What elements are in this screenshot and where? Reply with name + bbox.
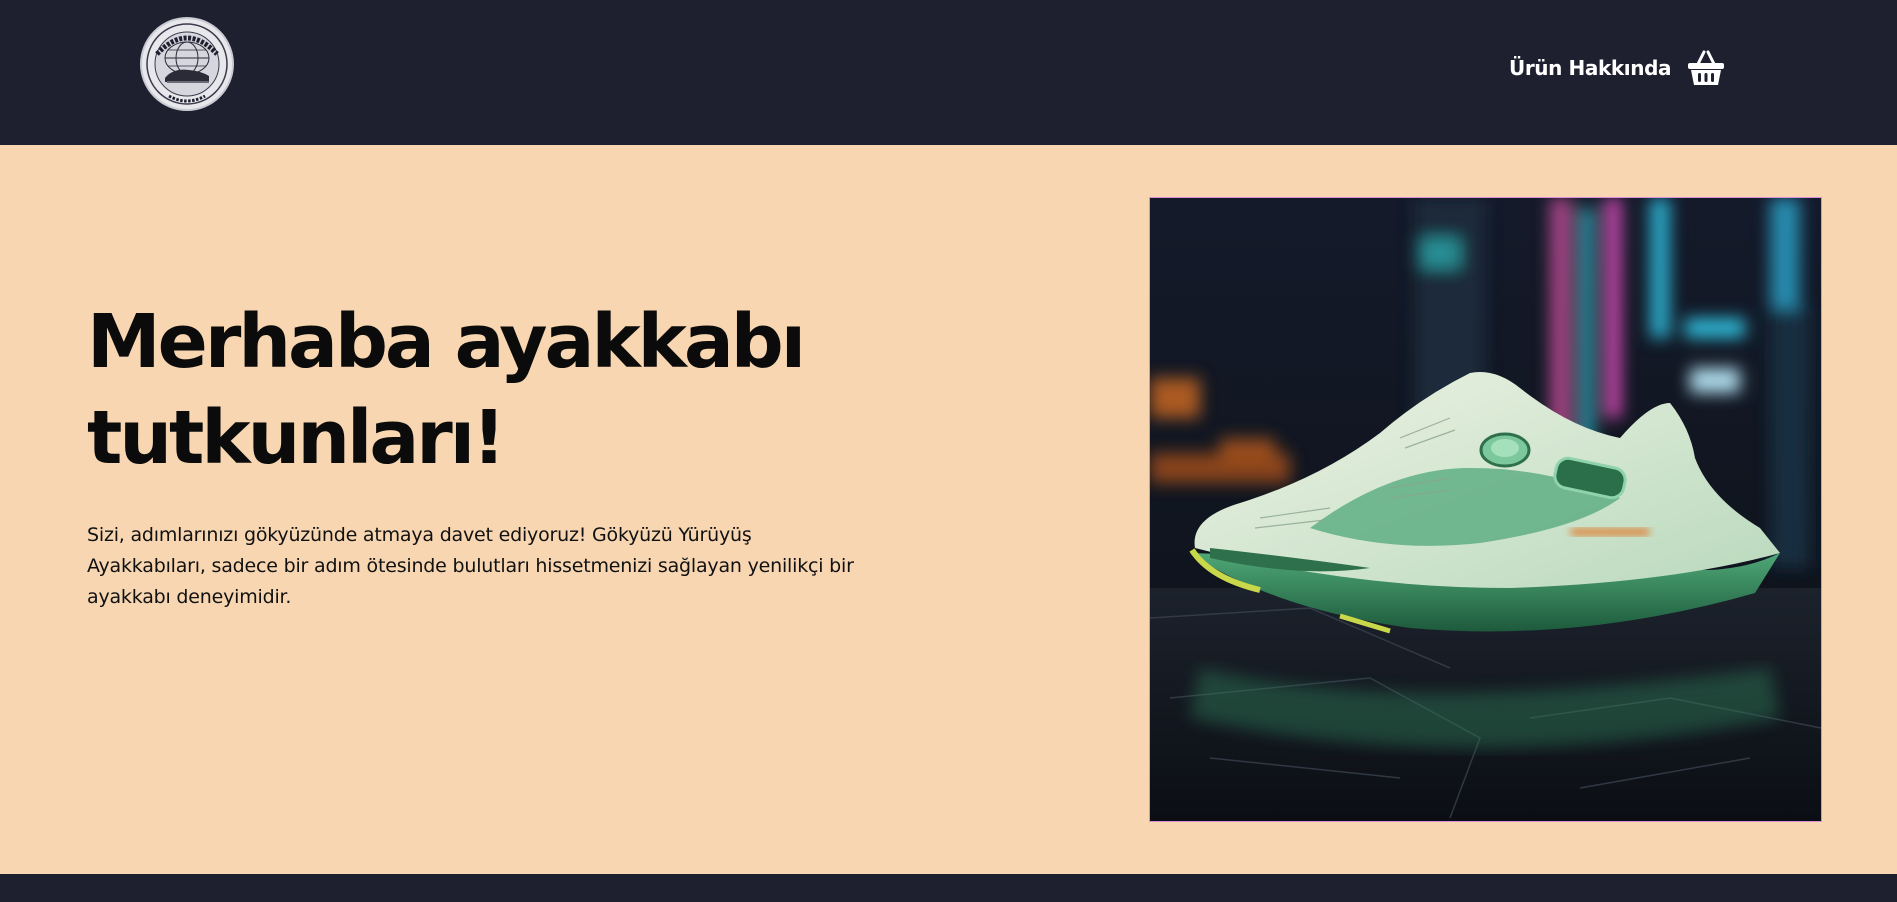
brand-logo[interactable] — [139, 16, 235, 112]
hero-product-image — [1149, 197, 1822, 822]
site-header: Ürün Hakkında — [0, 0, 1897, 145]
page: Ürün Hakkında Merhaba ayakkabı tutkunlar… — [0, 0, 1897, 902]
shopping-basket-icon — [1688, 50, 1724, 85]
futuristic-sneaker-image-icon — [1150, 198, 1821, 821]
hero-section: Merhaba ayakkabı tutkunları! Sizi, adıml… — [0, 145, 1897, 874]
brand-seal-logo-icon — [140, 17, 234, 111]
footer-strip — [0, 874, 1897, 902]
hero-description: Sizi, adımlarınızı gökyüzünde atmaya dav… — [87, 524, 854, 608]
hero-title: Merhaba ayakkabı tutkunları! — [87, 299, 806, 481]
nav-link-product-about[interactable]: Ürün Hakkında — [1509, 56, 1671, 80]
cart-button[interactable] — [1687, 49, 1725, 87]
